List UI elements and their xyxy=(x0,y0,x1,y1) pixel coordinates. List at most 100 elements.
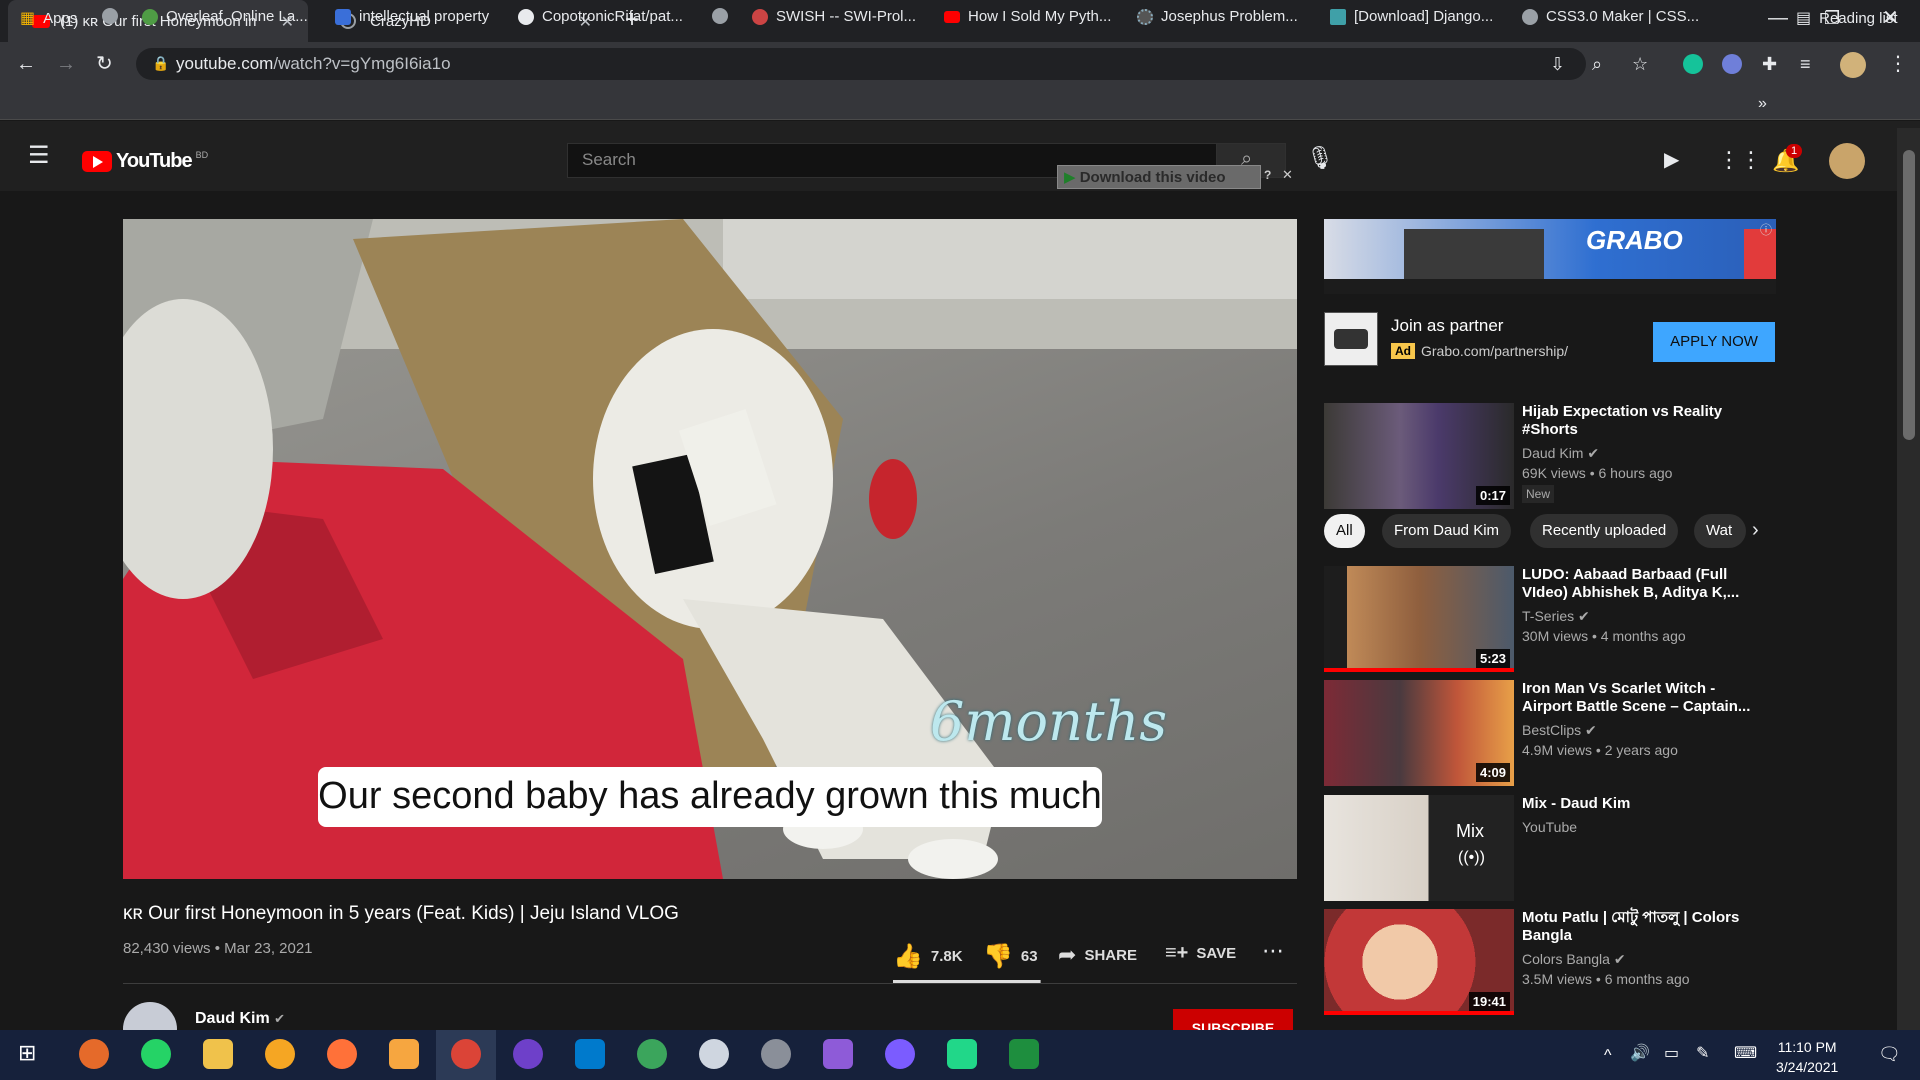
loading-icon xyxy=(1137,8,1153,25)
account-avatar[interactable] xyxy=(1829,143,1865,179)
bookmark-josephus[interactable]: Josephus Problem... xyxy=(1137,8,1298,25)
ad-banner[interactable]: GRABO ⓘ xyxy=(1324,219,1776,294)
thumbs-up-icon: 👍 xyxy=(893,943,923,970)
notification-center-icon[interactable]: 🗨 xyxy=(1878,1044,1901,1064)
bookmark-github[interactable]: CopotronicRifat/pat... xyxy=(518,8,683,25)
related-video[interactable]: 0:17 Hijab Expectation vs Reality #Short… xyxy=(1324,403,1774,509)
scrollbar-thumb[interactable] xyxy=(1903,150,1915,440)
media-control-icon[interactable]: ≡ xyxy=(1800,54,1811,74)
verified-icon: ✔ xyxy=(1613,951,1626,967)
firefox-icon[interactable] xyxy=(327,1039,357,1069)
bookmark-swish[interactable]: SWISH -- SWI-Prol... xyxy=(752,8,916,25)
bookmark-intellectual-property[interactable]: intellectual property xyxy=(335,8,489,25)
volume-icon[interactable]: 🔊 xyxy=(1630,1044,1650,1064)
share-button[interactable]: ➦ SHARE xyxy=(1058,942,1137,968)
globe-app-icon[interactable] xyxy=(637,1039,667,1069)
windows-start-icon[interactable]: ⊞ xyxy=(18,1042,36,1064)
brain-app-icon[interactable] xyxy=(699,1039,729,1069)
puzzle-icon[interactable]: ✚ xyxy=(1762,54,1777,74)
grammarly-icon[interactable] xyxy=(1683,54,1703,74)
bookmark-globe[interactable] xyxy=(102,8,118,24)
network-icon[interactable]: ▭ xyxy=(1664,1044,1679,1064)
chevron-right-icon[interactable]: › xyxy=(1752,520,1759,540)
video-caption: Our second baby has already grown this m… xyxy=(318,767,1102,827)
file-explorer-icon[interactable] xyxy=(203,1039,233,1069)
chip-watched[interactable]: Wat xyxy=(1694,514,1746,548)
channel-name: Daud Kim ✔ xyxy=(1522,445,1600,461)
chip-from-daud-kim[interactable]: From Daud Kim xyxy=(1382,514,1512,548)
bookmark-django[interactable]: [Download] Django... xyxy=(1330,8,1493,25)
create-video-icon[interactable]: ▶ xyxy=(1664,150,1679,170)
bookmark-youtube[interactable]: How I Sold My Pyth... xyxy=(944,8,1111,25)
spreadsheet-icon[interactable] xyxy=(1009,1039,1039,1069)
install-icon[interactable]: ⇩ xyxy=(1550,54,1565,74)
close-icon[interactable]: ✕ xyxy=(1282,167,1293,183)
related-video[interactable]: 4:09 Iron Man Vs Scarlet Witch - Airport… xyxy=(1324,680,1774,786)
chrome-icon[interactable] xyxy=(451,1039,481,1069)
video-thumbnail[interactable]: 19:41 xyxy=(1324,909,1514,1015)
microphone-icon[interactable]: 🎙 xyxy=(1306,147,1334,169)
minimize-icon[interactable]: — xyxy=(1768,8,1788,28)
more-actions-icon[interactable]: ⋯ xyxy=(1262,940,1284,962)
related-video[interactable]: 5:23 LUDO: Aabaad Barbaad (Full VIdeo) A… xyxy=(1324,566,1774,672)
chip-all[interactable]: All xyxy=(1324,514,1365,548)
channel-name[interactable]: Daud Kim ✔ xyxy=(195,1010,285,1028)
related-video[interactable]: 19:41 Motu Patlu | মোটু পাতলু | Colors B… xyxy=(1324,909,1774,1015)
video-title: Iron Man Vs Scarlet Witch - Airport Batt… xyxy=(1522,680,1751,715)
ad-thumbnail[interactable] xyxy=(1324,312,1378,366)
tray-chevron-up-icon[interactable]: ^ xyxy=(1604,1046,1612,1066)
keyboard-icon[interactable]: ⌨ xyxy=(1734,1044,1757,1064)
zoom-icon[interactable]: ⌕ xyxy=(1592,54,1602,74)
youtube-logo[interactable]: YouTube BD xyxy=(82,150,208,173)
address-bar[interactable]: 🔒 youtube.com/watch?v=gYmg6I6ia1o xyxy=(136,48,1586,80)
bookmark-overleaf[interactable]: Overleaf, Online La... xyxy=(142,8,308,25)
like-button[interactable]: 👍 7.8K xyxy=(893,942,963,971)
whatsapp-icon[interactable] xyxy=(141,1039,171,1069)
hamburger-menu-icon[interactable]: ☰ xyxy=(28,144,50,168)
watch-progress xyxy=(1324,1011,1514,1015)
visual-studio-icon[interactable] xyxy=(823,1039,853,1069)
download-video-button[interactable]: ▶ Download this video ? ✕ xyxy=(1057,165,1293,189)
video-thumbnail[interactable]: 5:23 xyxy=(1324,566,1514,672)
satellite-icon[interactable] xyxy=(761,1039,791,1069)
video-thumbnail[interactable]: 0:17 xyxy=(1324,403,1514,509)
bookmark-star-icon[interactable]: ☆ xyxy=(1632,54,1648,74)
chip-recently-uploaded[interactable]: Recently uploaded xyxy=(1530,514,1679,548)
url-host: youtube.com xyxy=(176,54,274,73)
back-icon[interactable]: ← xyxy=(16,54,36,74)
bookmark-apps[interactable]: ▦ Apps xyxy=(20,8,77,28)
bookmark-css3[interactable]: CSS3.0 Maker | CSS... xyxy=(1522,8,1699,25)
forward-icon[interactable]: → xyxy=(56,54,76,74)
menu-kebab-icon[interactable]: ⋮ xyxy=(1888,54,1908,74)
reading-list-button[interactable]: ▤ Reading list xyxy=(1796,8,1898,28)
more-bookmarks-icon[interactable]: » xyxy=(1758,94,1767,114)
vscode-icon[interactable] xyxy=(575,1039,605,1069)
dislike-button[interactable]: 👎 63 xyxy=(983,942,1038,971)
profile-avatar[interactable] xyxy=(1840,52,1866,78)
bookmark-globe-2[interactable] xyxy=(712,8,728,24)
mix-label: Mix xyxy=(1456,821,1484,841)
messenger-icon[interactable] xyxy=(885,1039,915,1069)
reload-icon[interactable]: ↻ xyxy=(96,54,113,74)
apps-grid-icon[interactable]: ⋮⋮ xyxy=(1718,149,1762,171)
ad-title[interactable]: Join as partner xyxy=(1391,316,1503,336)
mix-thumbnail[interactable]: Mix ((•)) xyxy=(1324,795,1514,901)
video-meta: 82,430 views • Mar 23, 2021 xyxy=(123,940,313,957)
apply-now-button[interactable]: APPLY NOW xyxy=(1653,322,1775,362)
notifications-button[interactable]: 🔔 1 xyxy=(1772,144,1803,174)
pen-icon[interactable]: ✎ xyxy=(1696,1044,1709,1064)
image-viewer-icon[interactable] xyxy=(389,1039,419,1069)
sync-app-icon[interactable] xyxy=(79,1039,109,1069)
github-desktop-icon[interactable] xyxy=(513,1039,543,1069)
youtube-icon xyxy=(944,10,960,23)
related-mix[interactable]: Mix ((•)) Mix - Daud Kim YouTube xyxy=(1324,795,1774,901)
pycharm-icon[interactable] xyxy=(947,1039,977,1069)
video-thumbnail[interactable]: 4:09 xyxy=(1324,680,1514,786)
taskbar-clock[interactable]: 11:10 PM 3/24/2021 xyxy=(1776,1037,1838,1077)
save-button[interactable]: ≡+ SAVE xyxy=(1165,942,1236,965)
vpn-app-icon[interactable] xyxy=(265,1039,295,1069)
s-icon xyxy=(335,8,351,25)
help-icon[interactable]: ? xyxy=(1264,168,1271,182)
extension-icon[interactable] xyxy=(1722,54,1742,74)
ad-info-icon[interactable]: ⓘ xyxy=(1760,221,1772,238)
